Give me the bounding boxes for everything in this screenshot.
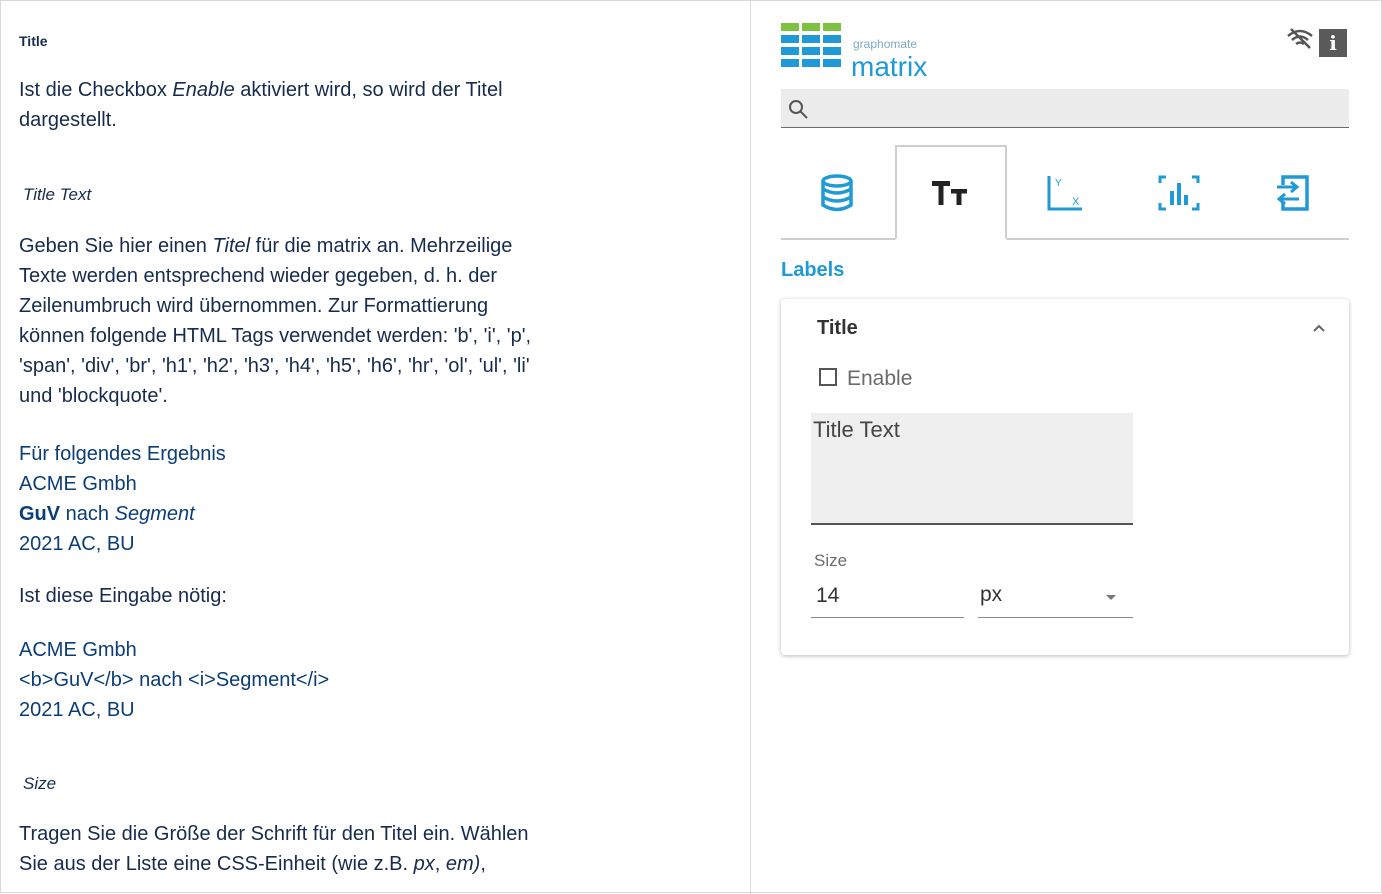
logo-big-text: matrix bbox=[851, 51, 928, 82]
search-input[interactable] bbox=[817, 95, 1341, 123]
documentation-pane: Title Ist die Checkbox Enable aktiviert … bbox=[1, 1, 750, 894]
enable-checkbox-label: Enable bbox=[847, 367, 913, 390]
doc-paragraph-2-line-3: Zeilenumbruch wird übernommen. Zur Forma… bbox=[19, 295, 489, 317]
doc-example-2-line-2: <b>GuV</b> nach <i>Segment</i> bbox=[19, 669, 330, 691]
doc-paragraph-2-line-4: können folgende HTML Tags verwendet werd… bbox=[19, 325, 532, 347]
doc-paragraph-4-line-1: Tragen Sie die Größe der Schrift für den… bbox=[19, 823, 529, 845]
title-text-field-wrapper: Title Text bbox=[811, 413, 1133, 525]
size-input[interactable] bbox=[814, 583, 958, 609]
doc-example-2-line-3: 2021 AC, BU bbox=[19, 699, 135, 721]
dropdown-arrow-icon bbox=[1106, 595, 1116, 600]
doc-example-1-line-3: GuV nach Segment bbox=[19, 503, 195, 525]
title-settings-card: Title Enable Title Text Size px bbox=[781, 299, 1349, 655]
svg-text:X: X bbox=[1072, 196, 1080, 208]
size-field-wrapper bbox=[811, 577, 964, 618]
tab-chart[interactable] bbox=[1123, 145, 1235, 240]
axis-icon: Y X bbox=[1047, 175, 1082, 210]
doc-subheading-title-text: Title Text bbox=[23, 185, 92, 204]
doc-example-1-line-1: Für folgendes Ergebnis bbox=[19, 443, 226, 465]
doc-paragraph-2-line-2: Texte werden entsprechend wieder gegeben… bbox=[19, 265, 498, 287]
doc-paragraph-3: Ist diese Eingabe nötig: bbox=[19, 585, 227, 607]
page: Title Ist die Checkbox Enable aktiviert … bbox=[0, 0, 1382, 894]
doc-paragraph-1-line-2: dargestellt. bbox=[19, 109, 117, 131]
section-title-labels: Labels bbox=[781, 259, 845, 281]
doc-example-1-line-2: ACME Gmbh bbox=[19, 473, 137, 495]
search-bar bbox=[781, 89, 1349, 128]
wifi-off-icon[interactable] bbox=[1285, 27, 1315, 49]
svg-text:Y: Y bbox=[1055, 178, 1062, 189]
search-icon bbox=[789, 100, 808, 119]
doc-paragraph-2-line-5: 'span', 'div', 'br', 'h1', 'h2', 'h3', '… bbox=[19, 355, 530, 377]
chart-focus-icon bbox=[1158, 175, 1200, 210]
text-size-icon bbox=[932, 180, 967, 205]
title-text-field[interactable]: Title Text bbox=[811, 413, 1133, 523]
tab-axes[interactable]: Y X bbox=[1009, 145, 1121, 240]
tab-export[interactable] bbox=[1237, 145, 1349, 240]
doc-paragraph-2-line-1: Geben Sie hier einen Titel für die matri… bbox=[19, 235, 513, 257]
doc-paragraph-1-line-1: Ist die Checkbox Enable aktiviert wird, … bbox=[19, 79, 503, 101]
doc-paragraph-4-line-2: Sie aus der Liste eine CSS-Einheit (wie … bbox=[19, 853, 486, 875]
tab-labels[interactable] bbox=[895, 145, 1007, 240]
doc-paragraph-2-line-6: und 'blockquote'. bbox=[19, 385, 168, 407]
export-icon bbox=[1276, 174, 1309, 211]
logo-small-text: graphomate bbox=[853, 37, 918, 51]
unit-select-value: px bbox=[980, 583, 1003, 606]
unit-select[interactable]: px bbox=[978, 577, 1133, 618]
doc-example-2-line-1: ACME Gmbh bbox=[19, 639, 137, 661]
doc-example-1-line-4: 2021 AC, BU bbox=[19, 533, 135, 555]
database-icon bbox=[821, 173, 853, 211]
chevron-up-icon[interactable] bbox=[1311, 321, 1327, 335]
card-title: Title bbox=[817, 317, 858, 339]
doc-heading: Title bbox=[19, 33, 48, 49]
enable-checkbox[interactable] bbox=[819, 368, 837, 386]
size-label: Size bbox=[814, 551, 848, 570]
info-button[interactable]: i bbox=[1319, 29, 1347, 57]
settings-tabs: Y X bbox=[781, 145, 1349, 240]
doc-subheading-size: Size bbox=[23, 774, 57, 793]
settings-panel: graphomate matrix i Y X Labels Title Ena… bbox=[751, 1, 1382, 894]
tab-data[interactable] bbox=[781, 145, 893, 240]
logo-grid-icon bbox=[781, 23, 841, 67]
